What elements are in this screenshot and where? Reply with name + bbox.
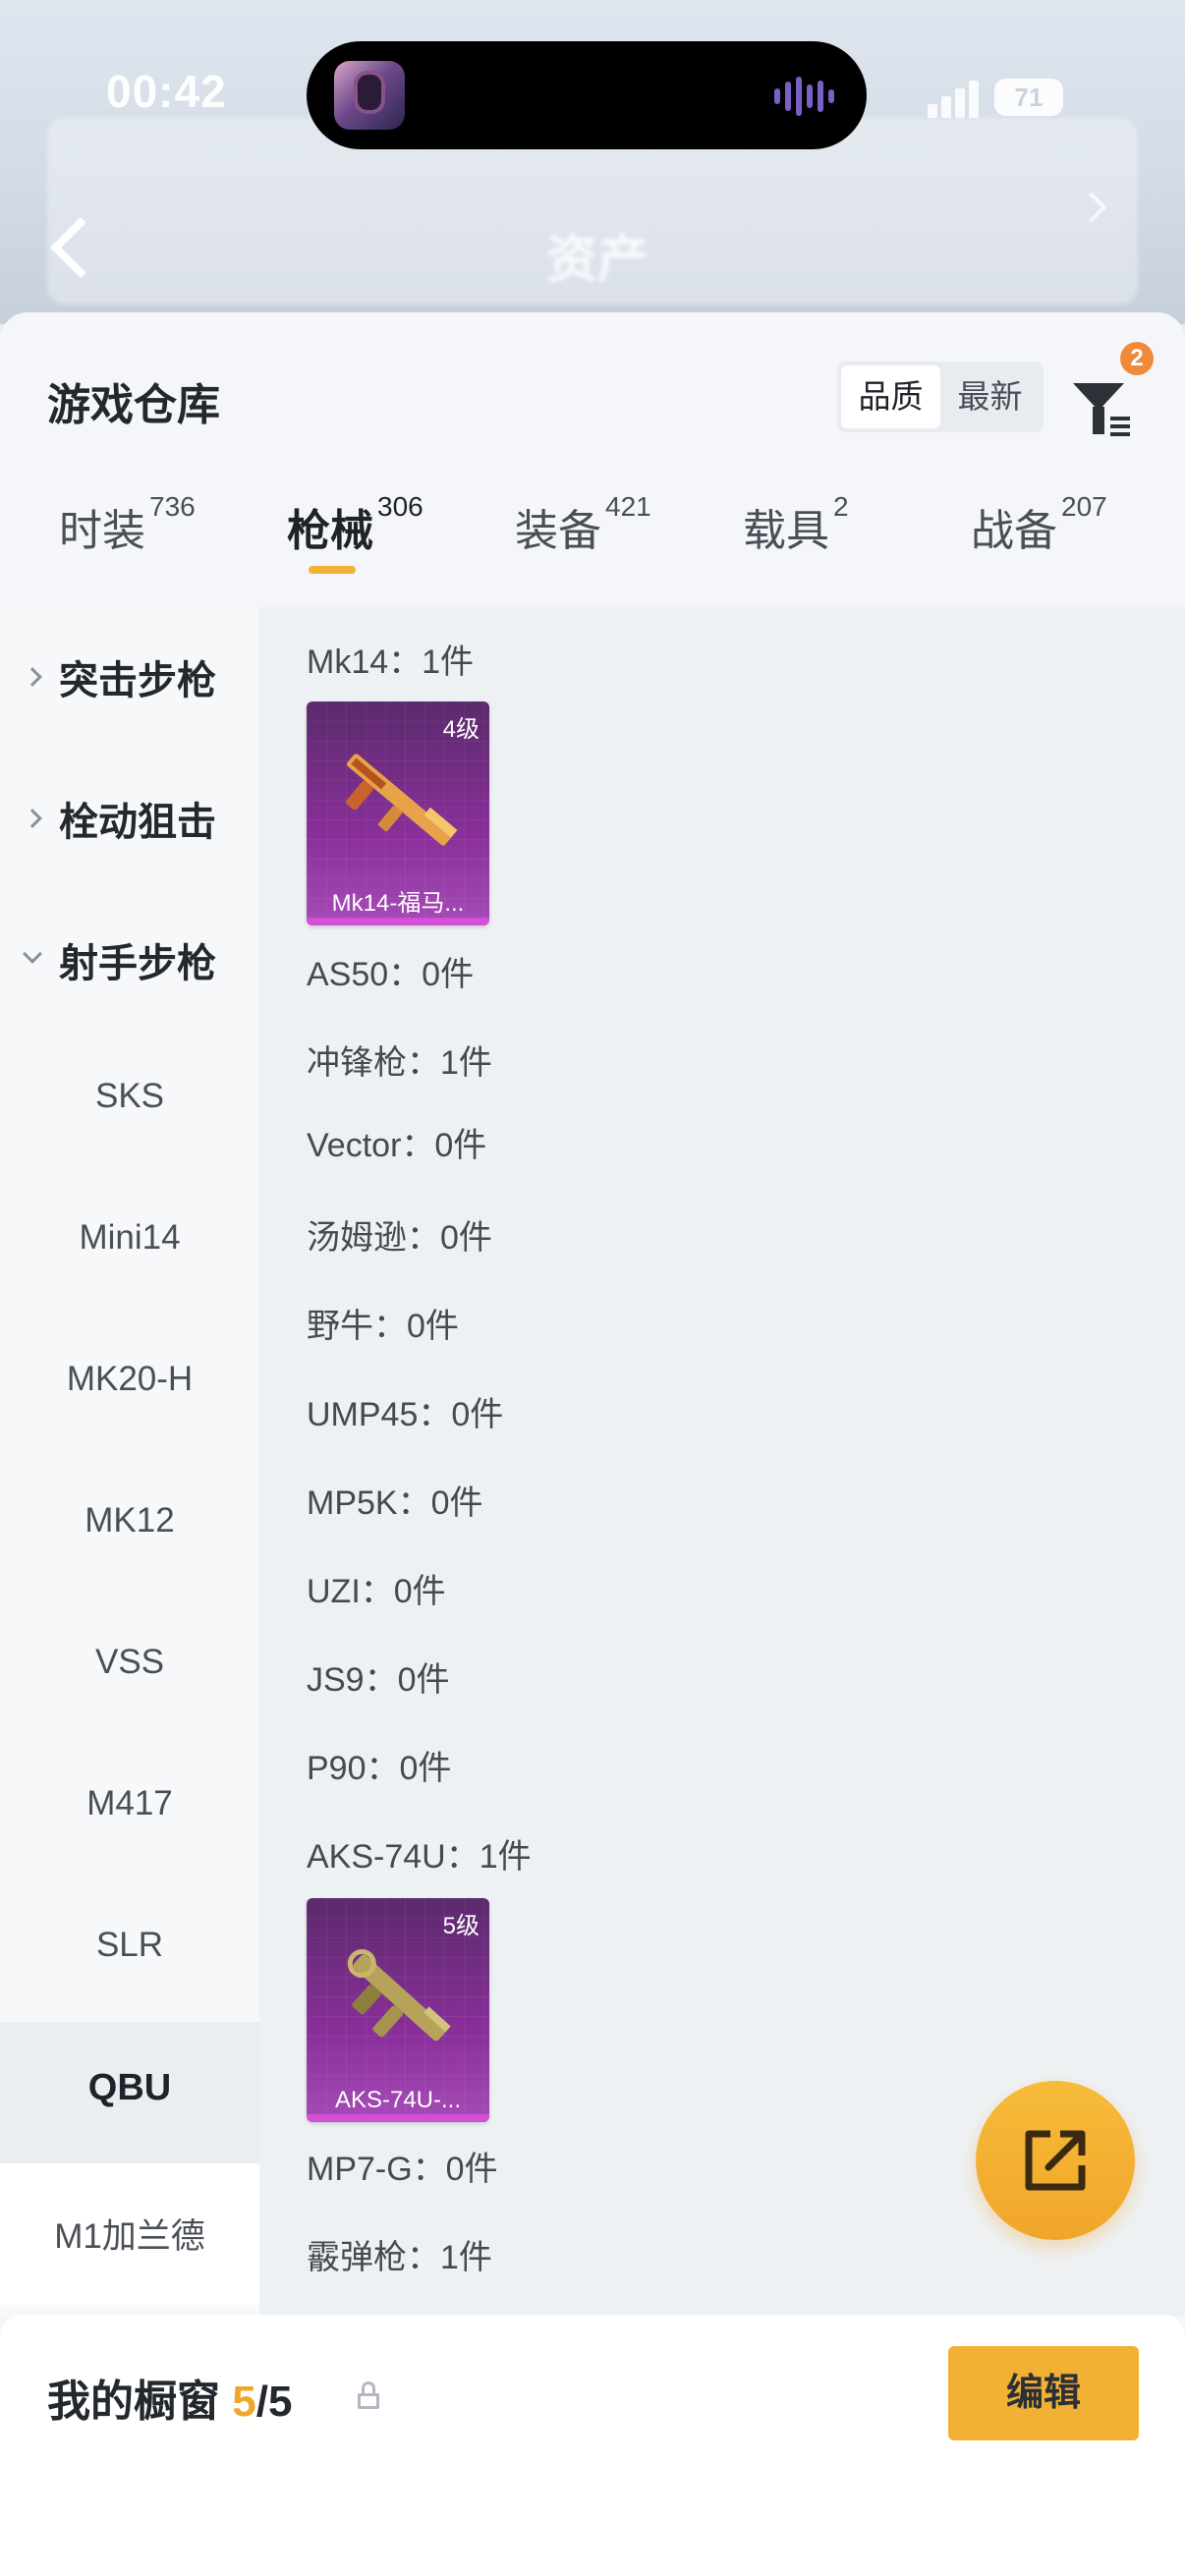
edit-button[interactable]: 编辑	[948, 2346, 1139, 2440]
showcase-current-count: 5	[232, 2378, 256, 2426]
list-item: Mk14：1件	[307, 644, 475, 681]
smg-icon	[347, 1949, 451, 2042]
list-item: MP7-G：0件	[307, 2151, 498, 2188]
subcategory-label: VSS	[94, 1643, 165, 1681]
back-button[interactable]	[43, 216, 94, 275]
list-item: 冲锋枪：1件	[307, 1044, 492, 1082]
tab-count: 736	[149, 491, 196, 522]
showcase-label: 我的橱窗 5/5	[47, 2366, 292, 2429]
tab-count: 207	[1061, 491, 1107, 522]
blurred-header: 资产 00:42 71	[0, 0, 1185, 324]
category-label: 栓动狙击	[59, 801, 216, 844]
skin-card[interactable]: 5级 AKS-74U-...	[307, 1898, 489, 2122]
subcategory-qbu[interactable]: QBU	[0, 2022, 259, 2163]
subcategory-m417[interactable]: M417	[0, 1739, 259, 1880]
category-assault-rifle[interactable]: 突击步枪	[0, 607, 259, 749]
audio-wave-icon	[774, 77, 837, 116]
sort-newest-button[interactable]: 最新	[940, 365, 1040, 428]
tab-count: 2	[833, 491, 849, 522]
subcategory-slr[interactable]: SLR	[0, 1880, 259, 2022]
subcategory-label: M1加兰德	[54, 2217, 205, 2256]
list-item: UZI：0件	[307, 1573, 446, 1610]
category-bolt-sniper[interactable]: 栓动狙击	[0, 749, 259, 890]
category-marksman-rifle[interactable]: 射手步枪	[0, 890, 259, 1032]
weapon-list: Mk14：1件 4级 Mk14-福马... AS50：0件 冲锋枪：1件 Vec…	[259, 607, 1185, 2317]
filter-count-badge: 2	[1120, 342, 1154, 375]
app-icon	[334, 61, 405, 130]
tab-fashion[interactable]: 时装736	[59, 491, 196, 603]
tab-label: 装备	[515, 507, 601, 555]
share-button[interactable]	[976, 2081, 1135, 2240]
signal-icon	[928, 79, 983, 118]
subcategory-label: SKS	[94, 1077, 165, 1115]
rifle-icon	[346, 754, 458, 846]
subcategory-label: Mini14	[79, 1218, 181, 1257]
tab-label: 载具	[743, 507, 829, 555]
list-item: 野牛：0件	[307, 1308, 459, 1345]
card-name: AKS-74U-...	[334, 2087, 462, 2113]
sort-toggle: 品质 最新	[837, 362, 1044, 432]
list-item: P90：0件	[307, 1750, 452, 1787]
category-tabs: 时装736 枪械306 装备421 载具2 战备207	[0, 491, 1185, 603]
sort-quality-button[interactable]: 品质	[841, 365, 940, 428]
list-item: UMP45：0件	[307, 1396, 504, 1433]
tab-vehicles[interactable]: 载具2	[743, 491, 849, 603]
tab-supplies[interactable]: 战备207	[971, 491, 1107, 603]
subcategory-sks[interactable]: SKS	[0, 1032, 259, 1173]
active-tab-indicator	[309, 566, 356, 574]
list-item: MP5K：0件	[307, 1484, 483, 1522]
tab-label: 战备	[971, 507, 1057, 555]
showcase-title: 我的橱窗	[47, 2378, 220, 2426]
warehouse-sheet: 游戏仓库 品质 最新 2 时装736 枪械306 装备421 载具2 战备207	[0, 312, 1185, 2576]
battery-icon: 71	[994, 79, 1063, 116]
subcategory-m1-garand[interactable]: M1加兰德	[0, 2163, 259, 2305]
tab-count: 306	[377, 491, 423, 522]
tab-label: 时装	[59, 507, 145, 555]
showcase-total: /5	[255, 2378, 293, 2426]
showcase-bar: 我的橱窗 5/5 编辑	[0, 2315, 1185, 2576]
card-name: Mk14-福马...	[331, 890, 465, 917]
external-link-icon	[1025, 2130, 1086, 2191]
subcategory-label: M417	[86, 1784, 173, 1822]
chevron-right-icon	[23, 667, 42, 687]
tab-equipment[interactable]: 装备421	[515, 491, 651, 603]
chevron-down-icon	[23, 944, 42, 964]
tab-guns[interactable]: 枪械306	[287, 491, 423, 603]
subcategory-mini14[interactable]: Mini14	[0, 1173, 259, 1315]
status-time: 00:42	[106, 66, 227, 117]
list-item: 霰弹枪：1件	[307, 2239, 492, 2276]
category-label: 射手步枪	[59, 942, 216, 985]
chevron-right-icon	[23, 809, 42, 828]
list-item: Vector：0件	[307, 1127, 487, 1164]
tab-count: 421	[605, 491, 651, 522]
subcategory-label: MK12	[85, 1501, 175, 1540]
list-item: JS9：0件	[307, 1661, 450, 1699]
list-item: 汤姆逊：0件	[307, 1219, 492, 1257]
skin-card[interactable]: 4级 Mk14-福马...	[307, 701, 489, 925]
lock-icon	[354, 2381, 383, 2411]
subcategory-label: QBU	[87, 2067, 172, 2108]
list-item: AS50：0件	[307, 956, 475, 993]
list-item: AKS-74U：1件	[307, 1838, 532, 1876]
subcategory-mk12[interactable]: MK12	[0, 1456, 259, 1597]
subcategory-label: MK20-H	[66, 1360, 194, 1398]
weapon-category-list: 突击步枪 栓动狙击 射手步枪 SKS Mini14 MK20-H MK12 VS…	[0, 607, 259, 2317]
page-title: 游戏仓库	[47, 381, 220, 429]
subcategory-label: SLR	[95, 1926, 164, 1964]
subcategory-mk20h[interactable]: MK20-H	[0, 1315, 259, 1456]
category-label: 突击步枪	[59, 659, 216, 702]
dynamic-island	[307, 41, 867, 149]
subcategory-vss[interactable]: VSS	[0, 1597, 259, 1739]
header-title: 资产	[546, 232, 649, 289]
tab-label: 枪械	[287, 507, 373, 555]
